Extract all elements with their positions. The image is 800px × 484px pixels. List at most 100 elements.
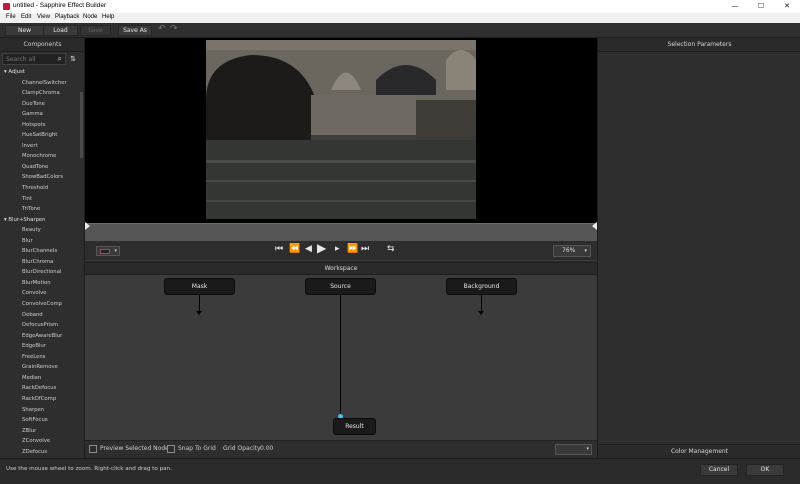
component-item-convolvecomp[interactable]: ConvolveComp xyxy=(0,299,80,310)
menu-node[interactable]: Node xyxy=(83,14,97,20)
component-item-beauty[interactable]: Beauty xyxy=(0,225,80,236)
component-item-tritone[interactable]: TriTone xyxy=(0,204,80,215)
source-result-wire xyxy=(340,295,341,415)
go-to-end-icon[interactable]: ⏭ xyxy=(361,244,369,254)
component-tree: ▾ Adjust ChannelSwitcher ClampChroma DuoTon… xyxy=(0,67,80,457)
step-back-icon[interactable]: ◀ xyxy=(305,244,312,254)
close-button[interactable]: ✕ xyxy=(774,0,800,13)
component-item-rackdfcomp[interactable]: RackDfComp xyxy=(0,394,80,405)
mask-output-wire xyxy=(199,295,200,311)
component-item-quadtone[interactable]: QuadTone xyxy=(0,162,80,173)
bridge-image xyxy=(206,40,476,219)
new-button[interactable]: New xyxy=(5,25,44,36)
status-message: Use the mouse wheel to zoom. Right-click… xyxy=(6,466,172,472)
menu-file[interactable]: File xyxy=(6,14,16,20)
snap-to-grid-label: Snap To Grid xyxy=(178,445,216,452)
snap-to-grid-checkbox[interactable] xyxy=(167,445,175,453)
component-item-softfocus[interactable]: SoftFocus xyxy=(0,415,80,426)
image-viewer[interactable] xyxy=(85,38,597,223)
save-button[interactable]: Save xyxy=(80,25,111,36)
loop-icon[interactable]: ⇆ xyxy=(387,244,395,254)
save-as-button[interactable]: Save As xyxy=(118,25,152,36)
component-item-edgeawareblur[interactable]: EdgeAwareBlur xyxy=(0,331,80,342)
components-header: Components xyxy=(0,38,84,52)
chevron-down-icon: ▾ xyxy=(584,248,587,254)
view-mode-dropdown[interactable]: ▾ xyxy=(96,246,120,256)
redo-icon[interactable]: ↷ xyxy=(170,24,178,34)
category-label: Blur+Sharpen xyxy=(8,216,46,223)
components-panel: Components ⌕ ⇅ ▾ AdjustChannelSwitcherCl… xyxy=(0,38,85,458)
component-item-zblur[interactable]: ZBlur xyxy=(0,426,80,437)
zoom-value: 76% xyxy=(562,247,576,254)
component-item-tint[interactable]: Tint xyxy=(0,194,80,205)
component-item-gamma[interactable]: Gamma xyxy=(0,109,80,120)
workspace-header: Workspace xyxy=(85,262,597,275)
background-node[interactable]: Background xyxy=(446,278,517,295)
play-icon[interactable]: ▶ xyxy=(317,241,326,255)
fast-forward-icon[interactable]: ⏩ xyxy=(347,244,358,254)
workspace-dropdown[interactable]: ▾ xyxy=(555,444,592,455)
undo-icon[interactable]: ↶ xyxy=(158,24,166,34)
component-item-median[interactable]: Median xyxy=(0,373,80,384)
minimize-button[interactable]: — xyxy=(722,0,748,13)
component-item-blurchroma[interactable]: BlurChroma xyxy=(0,257,80,268)
search-box[interactable]: ⌕ xyxy=(2,53,66,65)
load-button[interactable]: Load xyxy=(43,25,78,36)
grid-opacity-value[interactable]: 0.00 xyxy=(260,445,273,452)
component-item-defocusprism[interactable]: DefocusPrism xyxy=(0,320,80,331)
search-input[interactable] xyxy=(6,55,54,64)
component-item-convolve[interactable]: Convolve xyxy=(0,288,80,299)
rewind-icon[interactable]: ⏪ xyxy=(289,244,300,254)
in-point-handle[interactable] xyxy=(85,222,90,230)
component-item-clampchroma[interactable]: ClampChroma xyxy=(0,88,80,99)
search-icon[interactable]: ⌕ xyxy=(58,54,62,64)
component-item-blurdirectional[interactable]: BlurDirectional xyxy=(0,267,80,278)
toolbar: New Load Save Save As ↶ ↷ xyxy=(0,23,800,38)
components-scrollbar[interactable] xyxy=(80,92,83,158)
component-item-blurchannels[interactable]: BlurChannels xyxy=(0,246,80,257)
component-item-grainremove[interactable]: GrainRemove xyxy=(0,362,80,373)
window-title: untitled - Sapphire Effect Builder xyxy=(13,2,107,9)
component-item-huesatbright[interactable]: HueSatBright xyxy=(0,130,80,141)
timeline-scrubber[interactable] xyxy=(85,222,597,241)
mask-node[interactable]: Mask xyxy=(164,278,235,295)
preview-selected-node-checkbox[interactable] xyxy=(89,445,97,453)
source-node[interactable]: Source xyxy=(305,278,376,295)
menu-playback[interactable]: Playback xyxy=(55,14,79,20)
component-item-showbadcolors[interactable]: ShowBadColors xyxy=(0,172,80,183)
node-workspace[interactable]: Mask Source Background Result xyxy=(85,275,597,440)
component-item-blur[interactable]: Blur xyxy=(0,236,80,247)
component-item-channelswitcher[interactable]: ChannelSwitcher xyxy=(0,78,80,89)
component-item-blurmotion[interactable]: BlurMotion xyxy=(0,278,80,289)
cancel-button[interactable]: Cancel xyxy=(700,464,738,476)
chevron-down-icon: ▾ xyxy=(586,446,589,452)
ok-button[interactable]: OK xyxy=(746,464,784,476)
menu-view[interactable]: View xyxy=(37,14,50,20)
category-adjust[interactable]: ▾ Adjust xyxy=(0,67,80,78)
menu-help[interactable]: Help xyxy=(102,14,114,20)
component-item-hotspots[interactable]: Hotspots xyxy=(0,120,80,131)
go-to-start-icon[interactable]: ⏮ xyxy=(275,244,283,254)
component-item-duotone[interactable]: DuoTone xyxy=(0,99,80,110)
sort-icon[interactable]: ⇅ xyxy=(67,53,79,65)
status-bar: Use the mouse wheel to zoom. Right-click… xyxy=(0,458,800,484)
menu-edit[interactable]: Edit xyxy=(21,14,31,20)
result-node[interactable]: Result xyxy=(333,418,376,435)
category-blur-sharpen[interactable]: ▾ Blur+Sharpen xyxy=(0,215,80,226)
component-item-invert[interactable]: Invert xyxy=(0,141,80,152)
maximize-button[interactable]: ☐ xyxy=(748,0,774,13)
component-item-zdefocus[interactable]: ZDefocus xyxy=(0,447,80,458)
component-item-threshold[interactable]: Threshold xyxy=(0,183,80,194)
component-item-freelens[interactable]: FreeLens xyxy=(0,352,80,363)
color-management-button[interactable]: Color Management xyxy=(598,444,800,458)
component-item-edgeblur[interactable]: EdgeBlur xyxy=(0,341,80,352)
step-forward-icon[interactable]: ▸ xyxy=(335,244,340,254)
component-item-rackdefocus[interactable]: RackDefocus xyxy=(0,383,80,394)
component-item-zconvolve[interactable]: ZConvolve xyxy=(0,436,80,447)
zoom-dropdown[interactable]: 76% ▾ xyxy=(553,245,591,257)
background-output-wire xyxy=(481,295,482,311)
component-item-deband[interactable]: Deband xyxy=(0,310,80,321)
component-item-monochrome[interactable]: Monochrome xyxy=(0,151,80,162)
component-item-sharpen[interactable]: Sharpen xyxy=(0,405,80,416)
preview-frame xyxy=(206,40,476,219)
